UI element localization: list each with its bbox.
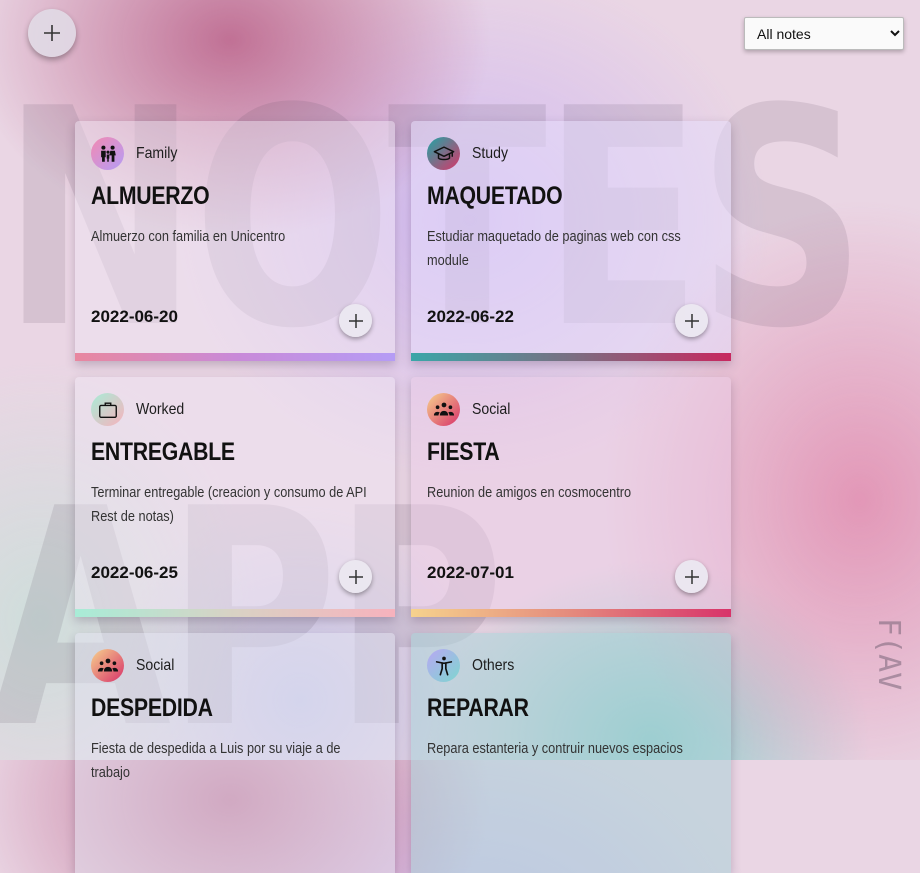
note-description: Fiesta de despedida a Luis por su viaje … <box>91 740 341 781</box>
group-icon <box>91 649 124 682</box>
note-card-fiesta[interactable]: Social FIESTA Reunion de amigos en cosmo… <box>411 377 731 617</box>
note-card-despedida[interactable]: Social DESPEDIDA Fiesta de despedida a L… <box>75 633 395 873</box>
note-category-label: Worked <box>136 400 185 418</box>
note-category: Study <box>427 137 513 170</box>
note-category: Others <box>427 649 520 682</box>
note-title: FIESTA <box>427 438 500 466</box>
note-date: 2022-06-25 <box>91 563 178 582</box>
note-card-almuerzo[interactable]: Family ALMUERZO Almuerzo con familia en … <box>75 121 395 361</box>
note-description: Estudiar maquetado de paginas web con cs… <box>427 228 681 269</box>
note-category-label: Family <box>136 144 178 162</box>
note-category-color-bar <box>75 353 395 361</box>
note-description: Terminar entregable (creacion y consumo … <box>91 484 367 525</box>
note-date: 2022-06-20 <box>91 307 178 326</box>
note-title: REPARAR <box>427 694 529 722</box>
note-title: ALMUERZO <box>91 182 210 210</box>
note-category: Family <box>91 137 183 170</box>
plus-icon <box>348 313 363 328</box>
note-add-button[interactable] <box>339 560 372 593</box>
plus-icon <box>684 569 699 584</box>
note-category: Worked <box>91 393 191 426</box>
briefcase-icon <box>91 393 124 426</box>
note-card-reparar[interactable]: Others REPARAR Repara estanteria y contr… <box>411 633 731 873</box>
note-description: Reunion de amigos en cosmocentro <box>427 484 632 501</box>
note-add-button[interactable] <box>339 304 372 337</box>
note-card-maquetado[interactable]: Study MAQUETADO Estudiar maquetado de pa… <box>411 121 731 361</box>
add-note-button[interactable] <box>28 9 76 57</box>
note-date: 2022-06-22 <box>427 307 514 326</box>
note-category: Social <box>427 393 516 426</box>
note-description: Repara estanteria y contruir nuevos espa… <box>427 740 683 757</box>
note-category-label: Social <box>472 400 511 418</box>
note-add-button[interactable] <box>675 304 708 337</box>
note-card-entregable[interactable]: Worked ENTREGABLE Terminar entregable (c… <box>75 377 395 617</box>
plus-icon <box>348 569 363 584</box>
group-icon <box>427 393 460 426</box>
note-category-color-bar <box>411 609 731 617</box>
note-category: Social <box>91 649 180 682</box>
note-description: Almuerzo con familia en Unicentro <box>91 228 286 245</box>
note-title: ENTREGABLE <box>91 438 235 466</box>
note-date: 2022-07-01 <box>427 563 514 582</box>
signature-mark: F(AV <box>871 618 906 691</box>
note-title: MAQUETADO <box>427 182 563 210</box>
category-filter-select[interactable]: All notes <box>744 17 904 50</box>
plus-icon <box>684 313 699 328</box>
note-category-color-bar <box>75 609 395 617</box>
graduation-cap-icon <box>427 137 460 170</box>
note-category-color-bar <box>411 353 731 361</box>
family-icon <box>91 137 124 170</box>
note-category-label: Study <box>472 144 509 162</box>
note-category-label: Social <box>136 656 175 674</box>
note-category-label: Others <box>472 656 515 674</box>
note-add-button[interactable] <box>675 560 708 593</box>
plus-icon <box>44 25 60 41</box>
accessibility-icon <box>427 649 460 682</box>
note-title: DESPEDIDA <box>91 694 213 722</box>
